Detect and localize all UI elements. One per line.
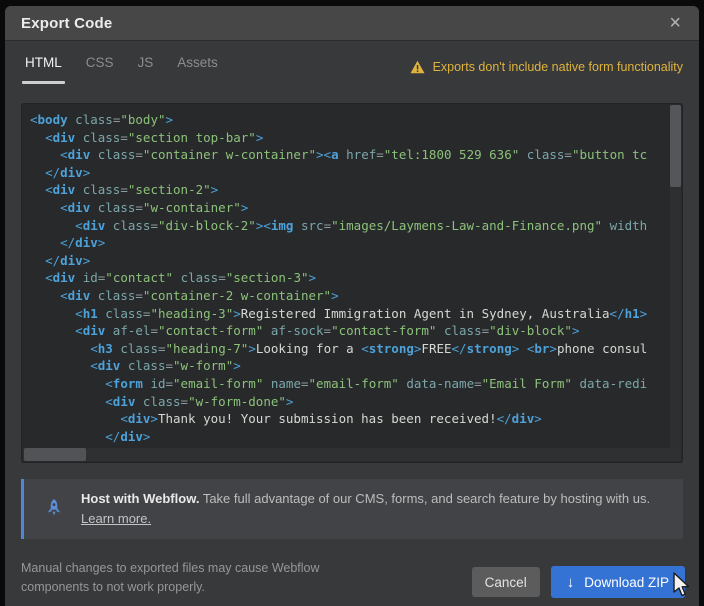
code-line: <form id="email-form" name="email-form" … bbox=[30, 375, 670, 393]
download-zip-button[interactable]: ↓ Download ZIP bbox=[551, 566, 685, 598]
footer-note-line2: components to not work properly. bbox=[21, 580, 205, 594]
code-line: <div class="container-2 w-container"> bbox=[30, 287, 670, 305]
tab-html[interactable]: HTML bbox=[25, 55, 62, 84]
code-line: <div class="section-2"> bbox=[30, 181, 670, 199]
tab-js[interactable]: JS bbox=[138, 55, 154, 84]
code-line: <h1 class="heading-3">Registered Immigra… bbox=[30, 305, 670, 323]
tabs: HTML CSS JS Assets bbox=[25, 55, 218, 84]
code-line: <div class="container w-container"><a hr… bbox=[30, 146, 670, 164]
screen: Export Code × HTML CSS JS Assets Exports do… bbox=[0, 0, 704, 606]
code-line: <div class="div-block-2"><img src="image… bbox=[30, 217, 670, 235]
banner-body-text: Take full advantage of our CMS, forms, a… bbox=[199, 491, 650, 506]
vertical-scrollbar-thumb[interactable] bbox=[670, 105, 681, 187]
code-line: <div>Thank you! Your submission has been… bbox=[30, 410, 670, 428]
download-arrow-icon: ↓ bbox=[567, 574, 575, 591]
footer-note: Manual changes to exported files may cau… bbox=[21, 559, 320, 597]
download-label: Download ZIP bbox=[584, 575, 669, 590]
code-line: <h3 class="heading-7">Looking for a <str… bbox=[30, 340, 670, 358]
close-icon[interactable]: × bbox=[665, 10, 685, 37]
code-line: </div> bbox=[30, 252, 670, 270]
banner-text: Host with Webflow. Take full advantage o… bbox=[81, 489, 650, 529]
horizontal-scrollbar-thumb[interactable] bbox=[24, 448, 86, 461]
dialog-title: Export Code bbox=[21, 15, 112, 32]
cancel-button[interactable]: Cancel bbox=[472, 567, 540, 597]
banner-bold-text: Host with Webflow. bbox=[81, 491, 199, 506]
dialog-titlebar: Export Code × bbox=[5, 6, 699, 41]
code-line: </div> bbox=[30, 234, 670, 252]
tab-assets[interactable]: Assets bbox=[177, 55, 218, 84]
warning-triangle-icon bbox=[410, 60, 425, 74]
code-line: <div class="w-form-done"> bbox=[30, 393, 670, 411]
tab-css[interactable]: CSS bbox=[86, 55, 114, 84]
horizontal-scrollbar[interactable] bbox=[23, 448, 681, 461]
code-line: </div> bbox=[30, 428, 670, 446]
code-line: <div id="contact" class="section-3"> bbox=[30, 269, 670, 287]
footer-note-line1: Manual changes to exported files may cau… bbox=[21, 561, 320, 575]
code-line: <div class="w-container"> bbox=[30, 199, 670, 217]
footer-buttons: Cancel ↓ Download ZIP bbox=[472, 559, 685, 598]
rocket-icon bbox=[42, 497, 66, 521]
host-with-webflow-banner: Host with Webflow. Take full advantage o… bbox=[21, 479, 683, 539]
dialog-footer: Manual changes to exported files may cau… bbox=[5, 555, 699, 598]
code-line: </div> bbox=[30, 164, 670, 182]
form-warning: Exports don't include native form functi… bbox=[410, 60, 683, 74]
warning-text: Exports don't include native form functi… bbox=[433, 60, 683, 74]
vertical-scrollbar[interactable] bbox=[670, 105, 681, 448]
code-line: <div class="section top-bar"> bbox=[30, 129, 670, 147]
learn-more-link[interactable]: Learn more. bbox=[81, 511, 151, 526]
code-line: <div af-el="contact-form" af-sock="conta… bbox=[30, 322, 670, 340]
code-panel: <body class="body"> <div class="section … bbox=[21, 103, 683, 463]
code-line: <body class="body"> bbox=[30, 111, 670, 129]
code-view: <body class="body"> <div class="section … bbox=[22, 104, 670, 448]
tab-bar: HTML CSS JS Assets Exports don't include na… bbox=[5, 41, 699, 103]
code-line: <div class="w-form"> bbox=[30, 357, 670, 375]
export-code-dialog: Export Code × HTML CSS JS Assets Exports do… bbox=[5, 6, 699, 606]
